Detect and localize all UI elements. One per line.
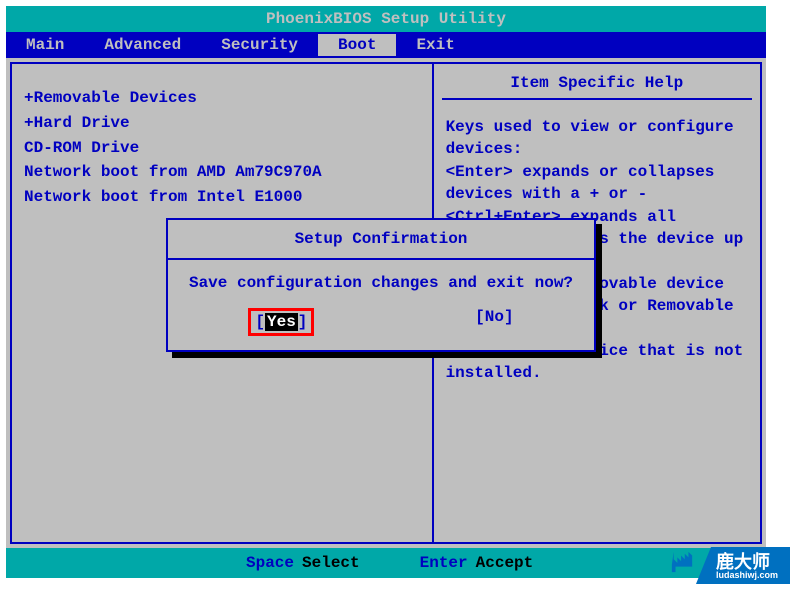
menu-exit[interactable]: Exit	[396, 34, 474, 56]
footer-key-enter: Enter	[420, 554, 468, 572]
dialog-yes-button[interactable]: [Yes]	[248, 308, 314, 336]
watermark: 鹿大师 ludashiwj.com	[668, 547, 790, 584]
menu-security[interactable]: Security	[201, 34, 318, 56]
menu-boot[interactable]: Boot	[318, 34, 396, 56]
menu-bar: Main Advanced Security Boot Exit	[6, 32, 766, 58]
boot-item-cdrom[interactable]: CD-ROM Drive	[20, 136, 424, 161]
menu-advanced[interactable]: Advanced	[84, 34, 201, 56]
boot-item-removable[interactable]: +Removable Devices	[20, 86, 424, 111]
watermark-url: ludashiwj.com	[716, 571, 778, 580]
dialog-message: Save configuration changes and exit now?	[168, 260, 594, 302]
bios-title: PhoenixBIOS Setup Utility	[266, 10, 506, 28]
title-bar: PhoenixBIOS Setup Utility	[6, 6, 766, 32]
boot-item-network-intel[interactable]: Network boot from Intel E1000	[20, 185, 424, 210]
footer-bar: Space Select Enter Accept	[6, 548, 766, 578]
deer-icon	[668, 550, 696, 574]
dialog-no-button[interactable]: [No]	[475, 308, 513, 336]
help-title: Item Specific Help	[442, 68, 752, 100]
menu-main[interactable]: Main	[6, 34, 84, 56]
footer-action-accept: Accept	[476, 554, 534, 572]
boot-item-harddrive[interactable]: +Hard Drive	[20, 111, 424, 136]
footer-action-select: Select	[302, 554, 360, 572]
dialog-title: Setup Confirmation	[168, 220, 594, 260]
confirmation-dialog: Setup Confirmation Save configuration ch…	[166, 218, 596, 352]
footer-key-space: Space	[246, 554, 294, 572]
boot-item-network-amd[interactable]: Network boot from AMD Am79C970A	[20, 160, 424, 185]
watermark-brand: 鹿大师	[716, 553, 778, 571]
